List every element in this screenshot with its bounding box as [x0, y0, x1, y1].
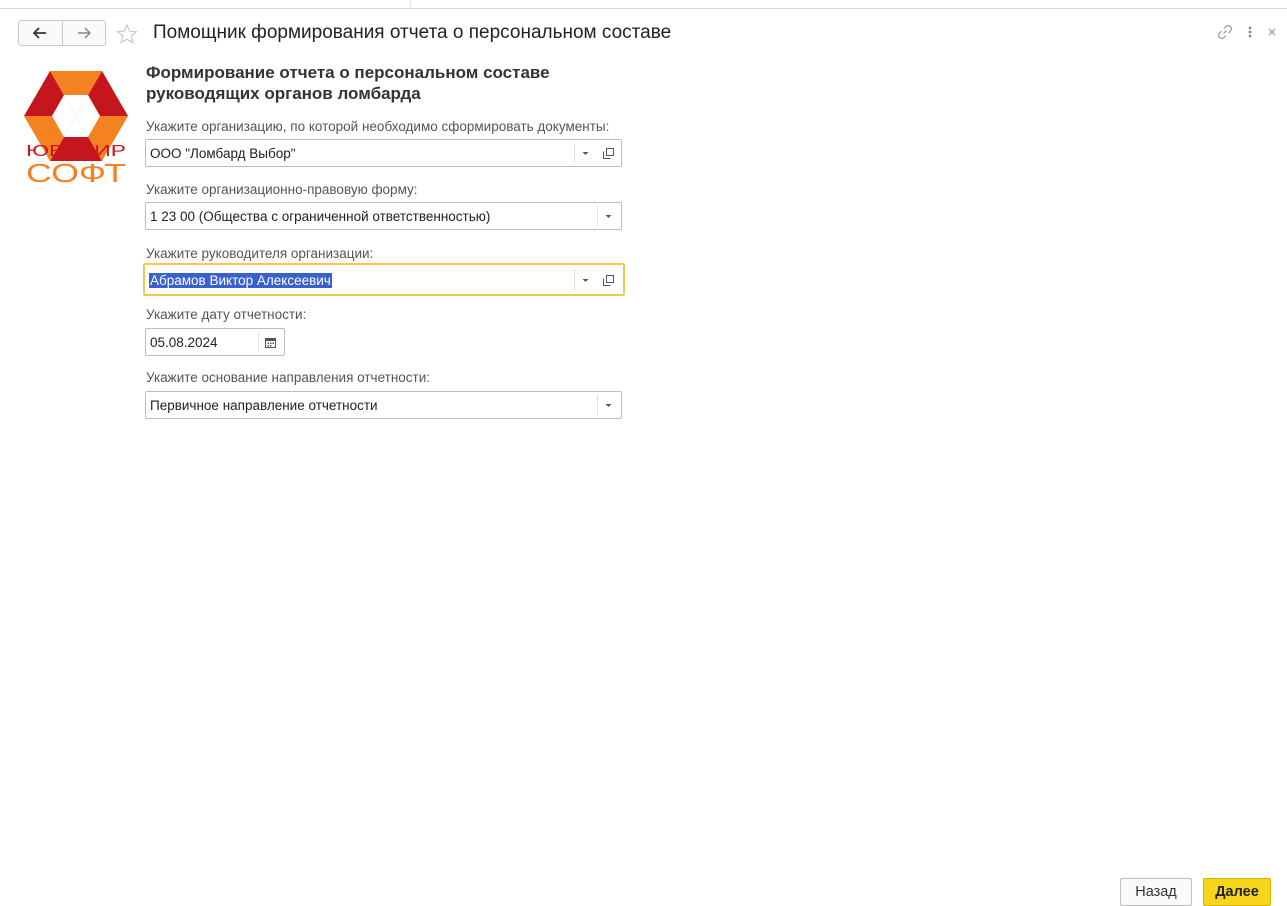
chevron-down-icon [605, 403, 611, 407]
back-button[interactable]: Назад [1120, 878, 1192, 906]
basis-value: Первичное направление отчетности [150, 398, 378, 413]
close-icon[interactable] [1267, 27, 1277, 37]
organization-value: ООО "Ломбард Выбор" [150, 146, 296, 161]
window-title: Помощник формирования отчета о персональ… [153, 22, 672, 43]
organization-label: Укажите организацию, по которой необходи… [146, 119, 610, 134]
chevron-down-icon [582, 278, 588, 282]
open-item-icon [602, 274, 614, 286]
forward-nav-button[interactable] [62, 20, 106, 46]
legal-form-dropdown-button[interactable] [597, 206, 618, 226]
window-controls [1217, 24, 1277, 40]
back-nav-button[interactable] [18, 20, 63, 46]
open-item-icon [602, 147, 614, 159]
more-menu-icon[interactable] [1247, 24, 1253, 40]
link-icon[interactable] [1217, 24, 1233, 40]
next-button[interactable]: Далее [1203, 878, 1271, 906]
legal-form-label: Укажите организационно-правовую форму: [146, 182, 418, 197]
report-date-field[interactable]: 05.08.2024 [145, 328, 285, 356]
top-border [0, 0, 1287, 9]
back-arrow-icon [33, 27, 47, 39]
report-date-value: 05.08.2024 [150, 335, 218, 350]
chevron-down-icon [582, 151, 588, 155]
director-dropdown-button[interactable] [574, 270, 595, 290]
navigation-buttons [18, 20, 106, 46]
basis-dropdown-button[interactable] [597, 395, 618, 415]
favorite-star-icon[interactable] [116, 23, 138, 45]
basis-field[interactable]: Первичное направление отчетности [145, 391, 622, 419]
director-open-button[interactable] [597, 270, 619, 290]
chevron-down-icon [605, 214, 611, 218]
report-date-label: Укажите дату отчетности: [146, 307, 307, 322]
director-label: Укажите руководителя организации: [146, 246, 374, 261]
legal-form-value: 1 23 00 (Общества с ограниченной ответст… [150, 209, 491, 224]
calendar-icon [264, 337, 276, 348]
director-field[interactable]: Абрамов Виктор Алексеевич [143, 263, 625, 296]
director-value: Абрамов Виктор Алексеевич [149, 273, 332, 288]
company-logo: ЮВЕЛИР СОФТ [24, 71, 128, 186]
basis-label: Укажите основание направления отчетности… [146, 370, 431, 385]
logo-text-bottom: СОФТ [26, 158, 126, 186]
organization-field[interactable]: ООО "Ломбард Выбор" [145, 139, 622, 167]
organization-dropdown-button[interactable] [574, 143, 595, 163]
legal-form-field[interactable]: 1 23 00 (Общества с ограниченной ответст… [145, 202, 622, 230]
forward-arrow-icon [77, 27, 91, 39]
form-heading: Формирование отчета о персональном соста… [146, 63, 550, 103]
calendar-button[interactable] [258, 332, 281, 352]
organization-open-button[interactable] [597, 143, 619, 163]
